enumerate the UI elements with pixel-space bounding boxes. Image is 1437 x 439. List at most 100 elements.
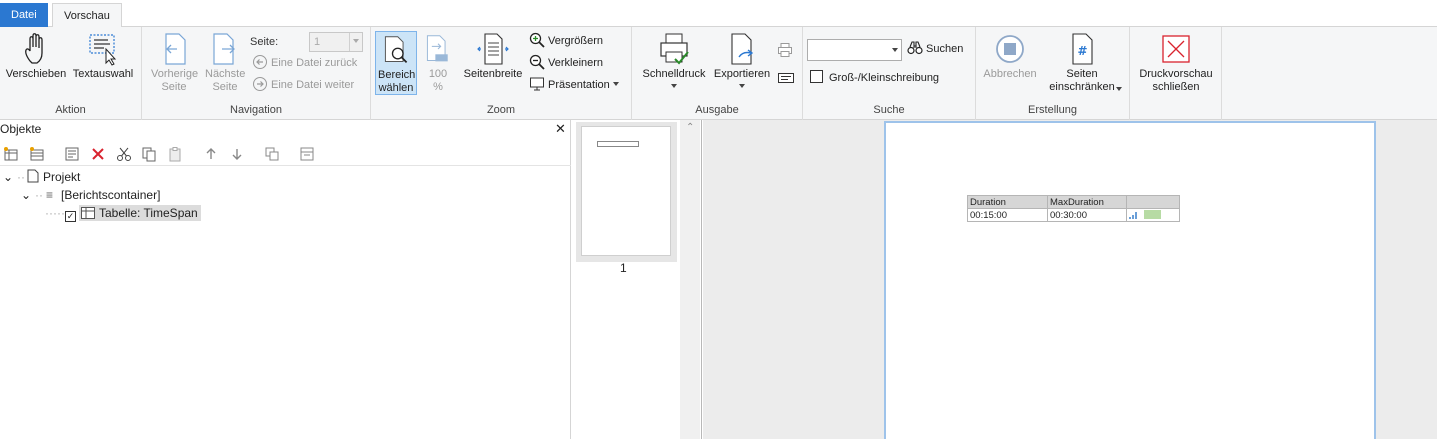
- paste-icon[interactable]: [167, 146, 183, 162]
- zoom-in-button[interactable]: Vergrößern: [529, 32, 603, 51]
- arrow-down-icon[interactable]: [229, 146, 245, 162]
- objects-panel-title: Objekte: [0, 122, 42, 136]
- ribbon-tab-strip: Datei Vorschau: [0, 0, 1437, 28]
- prev-page-label: Vorherige Seite: [151, 68, 199, 93]
- checkbox-icon[interactable]: [810, 70, 823, 83]
- search-combobox[interactable]: [807, 39, 902, 61]
- presentation-label: Präsentation: [548, 79, 610, 91]
- area-select-button[interactable]: Bereich wählen: [375, 31, 417, 95]
- delete-icon[interactable]: [90, 146, 106, 162]
- export-label: Exportieren: [713, 68, 771, 80]
- signal-bars-icon: [1129, 211, 1137, 219]
- arrow-up-icon[interactable]: [203, 146, 219, 162]
- area-select-label: Bereich wählen: [378, 69, 416, 94]
- printer-icon[interactable]: [777, 42, 793, 58]
- page-number-spinner[interactable]: 1: [309, 32, 363, 52]
- search-button[interactable]: Suchen: [907, 40, 963, 59]
- cell-maxduration: 00:30:00: [1047, 208, 1127, 222]
- layout-icon[interactable]: [299, 146, 315, 162]
- tree-item-project[interactable]: ⌄ ·· Projekt: [3, 168, 80, 186]
- prev-page-button[interactable]: Vorherige Seite: [148, 31, 200, 94]
- table-header-row: Duration MaxDuration: [967, 195, 1180, 209]
- page-width-button[interactable]: Seitenbreite: [460, 31, 526, 81]
- chevron-down-icon[interactable]: [1116, 87, 1122, 91]
- tree-item-report-container[interactable]: ⌄ ·· ≡ [Berichtscontainer]: [21, 186, 160, 204]
- close-preview-button[interactable]: Druckvorschau schließen: [1133, 31, 1219, 94]
- group-label-navigation: Navigation: [230, 104, 282, 116]
- tree-item-label: [Berichtscontainer]: [61, 188, 161, 202]
- binoculars-icon: [907, 41, 923, 55]
- print-options-icon[interactable]: [777, 71, 795, 85]
- header-cell-maxduration: MaxDuration: [1047, 195, 1127, 209]
- cancel-button[interactable]: Abbrechen: [979, 31, 1041, 81]
- prev-page-icon: [165, 33, 186, 65]
- copy-icon[interactable]: [141, 146, 157, 162]
- file-forward-button[interactable]: Eine Datei weiter: [252, 76, 354, 95]
- properties-icon[interactable]: [64, 146, 80, 162]
- insert-table-icon[interactable]: [3, 146, 19, 162]
- case-sensitive-checkbox[interactable]: Groß-/Kleinschreibung: [810, 69, 939, 88]
- tab-file[interactable]: Datei: [0, 3, 48, 27]
- group-aktion: Verschieben Textauswahl Aktion: [0, 27, 142, 120]
- page-width-label: Seitenbreite: [463, 68, 523, 80]
- export-button[interactable]: Exportieren: [710, 31, 774, 88]
- thumbnail-page-number: 1: [620, 261, 627, 275]
- duration-progress-bar: [1143, 209, 1161, 219]
- page-thumbnail-strip: 1 ⌃: [572, 120, 702, 439]
- move-label: Verschieben: [5, 68, 67, 80]
- close-icon: [1162, 35, 1190, 63]
- report-page: Duration MaxDuration 00:15:00 00:30:00: [884, 121, 1376, 439]
- quick-print-button[interactable]: Schnelldruck: [640, 31, 708, 88]
- report-table: Duration MaxDuration 00:15:00 00:30:00: [967, 195, 1180, 222]
- restrict-pages-button[interactable]: # Seiten einschränken: [1042, 31, 1122, 94]
- close-preview-label: Druckvorschau schließen: [1139, 68, 1213, 93]
- tree-item-selected: Tabelle: TimeSpan: [78, 205, 201, 221]
- thumbnail-page: [581, 126, 671, 256]
- tab-preview[interactable]: Vorschau: [52, 3, 122, 28]
- move-button[interactable]: Verschieben: [3, 31, 69, 81]
- list-icon: ≡: [46, 188, 54, 202]
- table-row: 00:15:00 00:30:00: [967, 208, 1180, 222]
- file-back-button[interactable]: Eine Datei zurück: [252, 54, 357, 73]
- layer-icon[interactable]: [264, 146, 280, 162]
- chevron-down-icon[interactable]: [892, 48, 898, 52]
- export-icon: [731, 33, 754, 65]
- zoom-100-button[interactable]: 100 %: [421, 31, 455, 94]
- thumbnail-scrollbar[interactable]: ⌃: [680, 120, 700, 439]
- text-select-button[interactable]: Textauswahl: [70, 31, 136, 81]
- next-page-button[interactable]: Nächste Seite: [202, 31, 248, 94]
- chevron-down-icon[interactable]: ⌄: [3, 168, 17, 186]
- stop-icon: [996, 35, 1024, 63]
- cut-icon[interactable]: [116, 146, 132, 162]
- cell-duration: 00:15:00: [967, 208, 1048, 222]
- group-zoom: Bereich wählen 100 % Seitenbreite Vergrö…: [371, 27, 632, 120]
- objects-panel: Objekte ✕ ⌄ ·· Projekt ⌄ ·· ≡ [Berichtscontai…: [0, 120, 571, 439]
- page-number-icon: #: [1072, 33, 1093, 65]
- chevron-up-icon[interactable]: ⌃: [686, 122, 694, 133]
- text-select-label: Textauswahl: [72, 68, 134, 80]
- arrow-right-circle-icon: [253, 77, 267, 91]
- presentation-button[interactable]: Präsentation: [529, 76, 619, 95]
- restrict-pages-label: Seiten einschränken: [1049, 68, 1115, 93]
- zoom-out-icon: [529, 54, 545, 70]
- next-page-icon: [213, 33, 235, 65]
- zoom-in-icon: [529, 32, 545, 48]
- table-icon: [80, 207, 95, 219]
- chevron-down-icon[interactable]: ⌄: [21, 186, 35, 204]
- zoom-area-icon: [384, 36, 408, 63]
- close-icon[interactable]: ✕: [555, 121, 566, 137]
- insert-subtable-icon[interactable]: [29, 146, 45, 162]
- checkbox-icon[interactable]: ✓: [64, 211, 76, 222]
- group-erstellung: Abbrechen # Seiten einschränken Erstellu…: [976, 27, 1130, 120]
- page-number-value: 1: [314, 36, 321, 48]
- group-label-aktion: Aktion: [55, 104, 86, 116]
- page-thumbnail[interactable]: [576, 122, 677, 262]
- header-cell-duration: Duration: [967, 195, 1048, 209]
- tree-item-table[interactable]: ····· ✓ Tabelle: TimeSpan: [45, 204, 201, 222]
- objects-toolbar: [0, 142, 571, 166]
- search-label: Suchen: [926, 43, 964, 55]
- preview-area[interactable]: Duration MaxDuration 00:15:00 00:30:00: [703, 120, 1437, 439]
- zoom-out-button[interactable]: Verkleinern: [529, 54, 603, 73]
- zoom-100-icon: [426, 35, 448, 62]
- page-number-dropdown[interactable]: [349, 33, 362, 51]
